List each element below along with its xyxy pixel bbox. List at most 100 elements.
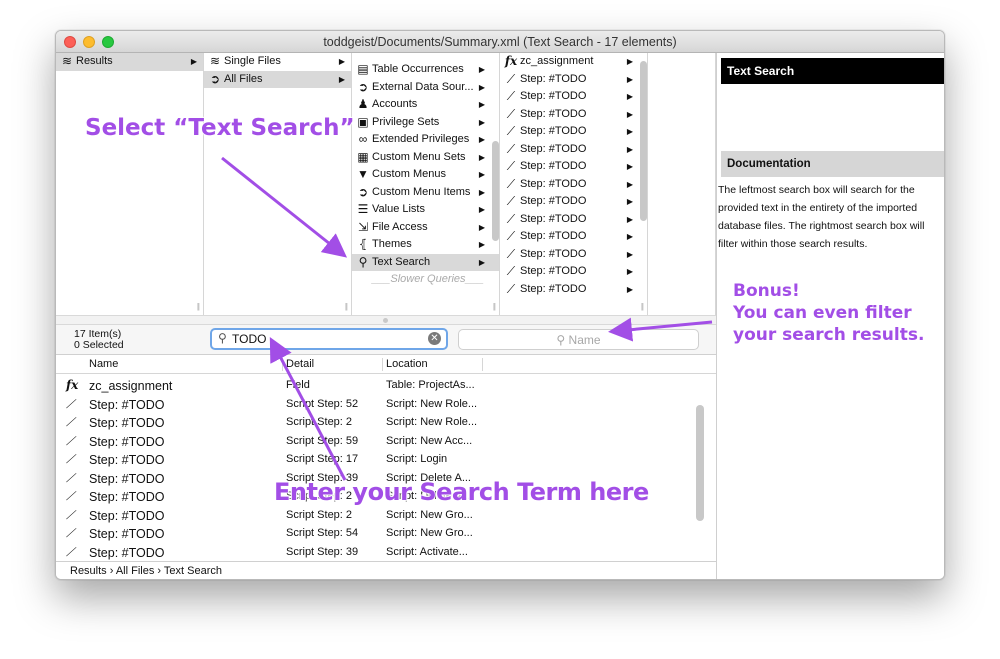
browser-item[interactable]: ▦ Custom Menu Sets ▶ [352, 149, 499, 167]
browser-item[interactable]: ⟋ Step: #TODO ▶ [500, 141, 647, 159]
table-row[interactable]: ⟋ Step: #TODO Script Step: 2 Script: New Ro… [56, 414, 696, 432]
browser-item[interactable]: ▼ Custom Menus ▶ [352, 166, 499, 184]
search-icon: ⚲ [218, 331, 227, 345]
browser-item-label: Accounts [372, 98, 418, 110]
text-search-input[interactable]: ⚲ TODO ✕ [210, 328, 448, 350]
browser-item[interactable]: ⟋ Step: #TODO ▶ [500, 193, 647, 211]
column-scrollbar[interactable] [492, 141, 499, 241]
disclosure-arrow-icon: ▶ [626, 109, 633, 119]
splitter-handle[interactable] [383, 318, 388, 323]
script-step-icon: ⟋ [506, 89, 516, 103]
browser-item[interactable]: ⟋ Step: #TODO ▶ [500, 228, 647, 246]
braces-icon: ⦃ [358, 237, 368, 251]
cell-name: zc_assignment [89, 379, 173, 393]
disclosure-arrow-icon: ▶ [478, 135, 485, 144]
table-icon: ▤ [357, 62, 369, 76]
title-bar[interactable]: toddgeist/Documents/Summary.xml (Text Se… [56, 31, 944, 53]
close-window-button[interactable] [64, 36, 76, 48]
browser-item[interactable]: ≋ Single Files ▶ [204, 53, 351, 71]
browser-column-4: fx zc_assignment ▶ ⟋ Step: #TODO ▶ ⟋ Step: #TOD… [500, 53, 648, 315]
browser-item[interactable]: ♟ Accounts ▶ [352, 96, 499, 114]
zoom-window-button[interactable] [102, 36, 114, 48]
column-scrollbar[interactable] [640, 61, 647, 221]
browser-item[interactable]: ⟋ Step: #TODO ▶ [500, 281, 647, 299]
browser-item[interactable]: ▣ Privilege Sets ▶ [352, 114, 499, 132]
column-divider[interactable] [382, 358, 383, 371]
column-divider[interactable] [482, 358, 483, 371]
disclosure-arrow-icon: ▶ [190, 57, 197, 66]
column-resize-handle[interactable]: || [197, 302, 200, 311]
person-icon: ♟ [357, 97, 369, 111]
rings-icon: ∞ [358, 132, 368, 146]
script-step-icon: ⟋ [506, 211, 516, 226]
browser-item[interactable]: ⟋ Step: #TODO ▶ [500, 123, 647, 141]
cell-location: Script: Login [386, 453, 448, 465]
column-header-name[interactable]: Name [89, 358, 118, 370]
column-header-detail[interactable]: Detail [286, 358, 314, 370]
browser-item-label: Step: #TODO [520, 212, 587, 225]
pane-splitter[interactable] [56, 315, 716, 325]
script-step-icon: ⟋ [506, 281, 516, 296]
browser-item-label: Step: #TODO [520, 230, 587, 242]
circle-arrow-icon: ➲ [357, 184, 369, 199]
table-row[interactable]: ⟋ Step: #TODO Script Step: 39 Script: Activ… [56, 544, 696, 562]
browser-item-label: ___Slower Queries___ [372, 273, 484, 285]
browser-item-label: Step: #TODO [520, 247, 587, 260]
browser-item[interactable]: ⇲ File Access ▶ [352, 219, 499, 237]
table-row[interactable]: ⟋ Step: #TODO Script Step: 2 Script: New Gr… [56, 507, 696, 525]
filter-search-input[interactable]: ⚲ Name [458, 329, 699, 350]
minimize-window-button[interactable] [83, 36, 95, 48]
table-row[interactable]: ⟋ Step: #TODO Script Step: 54 Script: New G… [56, 525, 696, 543]
disclosure-arrow-icon: ▶ [626, 57, 633, 66]
browser-column-5 [648, 53, 716, 315]
cell-location: Script: New Role... [386, 416, 478, 428]
results-table: Name Detail Location fx zc_assignment Fiel… [56, 355, 716, 567]
annotation-bonus-line2: You can even filter [732, 302, 912, 324]
table-row[interactable]: ⟋ Step: #TODO Script Step: 17 Script: Login [56, 451, 696, 469]
column-resize-handle[interactable]: || [493, 302, 496, 311]
script-step-icon: ⟋ [506, 106, 516, 121]
function-icon: fx [504, 54, 518, 68]
table-row[interactable]: ⟋ Step: #TODO Script Step: 59 Script: New A… [56, 433, 696, 451]
browser-item[interactable]: ⟋ Step: #TODO ▶ [500, 88, 647, 106]
browser-item[interactable]: ⟋ Step: #TODO ▶ [500, 263, 647, 281]
results-scrollbar[interactable] [696, 405, 704, 521]
browser-item-label: File Access [372, 220, 428, 233]
clear-search-icon[interactable]: ✕ [428, 332, 441, 345]
browser-item[interactable]: ⟋ Step: #TODO ▶ [500, 176, 647, 194]
column-divider[interactable] [282, 358, 283, 371]
browser-item[interactable]: fx zc_assignment ▶ [500, 53, 647, 71]
column-header-location[interactable]: Location [386, 358, 428, 370]
cell-detail: Script Step: 2 [286, 508, 353, 521]
disclosure-arrow-icon: ▶ [478, 65, 485, 74]
disclosure-arrow-icon: ▶ [338, 74, 345, 84]
browser-item[interactable]: ∞ Extended Privileges ▶ [352, 131, 499, 149]
browser-item[interactable]: ⦃ Themes ▶ [352, 236, 499, 254]
list-icon: ☰ [357, 202, 369, 216]
browser-item[interactable]: ⟋ Step: #TODO ▶ [500, 71, 647, 89]
browser-item[interactable]: ≋ Results ▶ [56, 53, 203, 71]
table-row[interactable]: ⟋ Step: #TODO Script Step: 52 Script: New R… [56, 396, 696, 414]
browser-item[interactable]: ⟋ Step: #TODO ▶ [500, 106, 647, 124]
browser-item[interactable]: ➲ All Files ▶ [204, 70, 351, 88]
browser-item[interactable]: ➲ Custom Menu Items ▶ [352, 184, 499, 202]
browser-item[interactable]: ⚲ Text Search ▶ [352, 253, 499, 271]
column-resize-handle[interactable]: || [345, 302, 348, 311]
disclosure-arrow-icon: ▶ [626, 249, 633, 259]
script-step-icon: ⟋ [66, 396, 75, 411]
browser-item[interactable]: ▤ Table Occurrences ▶ [352, 61, 499, 79]
browser-item[interactable]: ⟋ Step: #TODO ▶ [500, 158, 647, 176]
disclosure-arrow-icon: ▶ [626, 214, 633, 224]
table-row[interactable]: fx zc_assignment Field Table: ProjectAs... [56, 377, 696, 395]
browser-item[interactable]: ⟋ Step: #TODO ▶ [500, 246, 647, 264]
script-step-icon: ⟋ [506, 229, 516, 243]
script-step-icon: ⟋ [66, 526, 75, 540]
browser-item[interactable]: ➲ External Data Sour... ▶ [352, 79, 499, 97]
browser-item[interactable]: ⟋ Step: #TODO ▶ [500, 211, 647, 229]
browser-item[interactable]: ___Slower Queries___ [352, 271, 499, 289]
circle-arrow-icon: ➲ [357, 79, 369, 94]
browser-item[interactable]: ☰ Value Lists ▶ [352, 201, 499, 219]
column-resize-handle[interactable]: || [641, 302, 644, 311]
browser-column-1: ≋ Results ▶ || [56, 53, 204, 315]
script-step-icon: ⟋ [506, 194, 516, 208]
